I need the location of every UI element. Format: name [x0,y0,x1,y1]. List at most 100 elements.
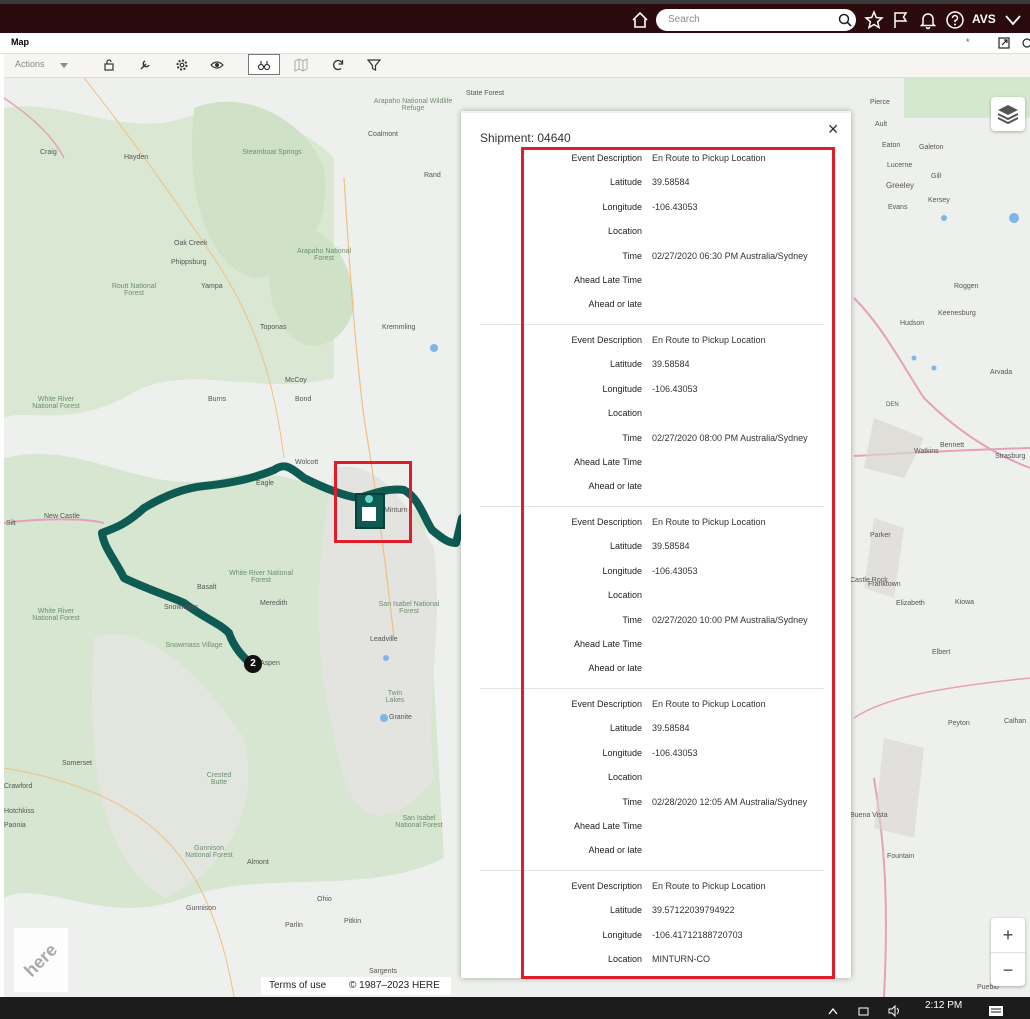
map-label: Kersey [928,197,950,204]
wrench-icon[interactable] [138,58,152,72]
map-label: Somerset [62,760,92,767]
binoculars-icon [257,61,271,71]
map-label: Arapaho National Wildlife Refuge [373,98,453,112]
terms-of-use-link[interactable]: Terms of use [269,980,326,991]
map-label: Craig [40,149,57,156]
close-icon[interactable]: ✕ [827,121,839,138]
map-label: Parlin [285,922,303,929]
copyright-text: © 1987–2023 HERE [349,980,440,991]
map-label: Meredith [260,600,288,607]
map-label: Oak Creek [174,240,208,247]
refresh-icon[interactable] [331,58,345,72]
gear-icon[interactable] [175,58,189,72]
map-label: San Isabel National Forest [378,601,440,615]
view-toggle-selected[interactable] [248,54,280,75]
zoom-in-button[interactable]: + [991,918,1025,952]
tray-chevron-up-icon[interactable] [828,1007,838,1015]
pin-icon[interactable]: * [966,37,970,47]
actions-menu-label[interactable]: Actions [15,59,45,69]
map-label: Elbert [932,649,951,656]
map-label: Lucerne [887,162,913,169]
cluster-marker[interactable]: 2 [244,655,262,673]
map-label: Calhan [1004,718,1027,725]
map-label: Evans [888,204,908,211]
map-label: Eaton [882,142,901,149]
map-toolbar: Actions [4,54,1030,78]
settings-icon[interactable] [1022,38,1030,48]
map-label: Greeley [886,181,915,190]
map-icon[interactable] [294,58,308,72]
search-icon[interactable] [838,13,852,27]
map-label: Kiowa [955,599,975,606]
map-label: Ault [875,121,888,128]
map-footer: Terms of use © 1987–2023 HERE [261,977,451,995]
map-label: Watkins [914,448,939,455]
maximize-icon[interactable] [998,37,1010,49]
map-label: Basalt [197,584,217,591]
flag-icon[interactable] [891,10,911,30]
records-highlight-box [521,147,835,979]
map-label: Gunnison National Forest [185,845,233,859]
map-label: Twin Lakes [385,690,405,704]
home-icon[interactable] [630,10,650,30]
map-label: Pierce [870,99,890,106]
map-label: Rand [424,172,441,179]
map-label: Silt [6,520,16,527]
map-label: Sargents [369,968,398,975]
eye-icon[interactable] [210,58,224,72]
marker-highlight-box [334,461,412,543]
map-label: Gunnison [186,905,216,912]
chevron-down-icon[interactable] [1003,10,1023,30]
map-label: Phippsburg [171,259,207,266]
map-label: Wolcott [295,459,319,466]
map-label: Granite [389,714,412,721]
shipment-title: Shipment: 04640 [480,131,571,145]
panel-header-band [461,111,851,113]
map-label: San Isabel National Forest [395,815,443,829]
window-title-bar: Map * [0,33,1030,54]
help-icon[interactable] [945,10,965,30]
zoom-out-button[interactable]: − [991,952,1025,987]
volume-icon[interactable] [888,1005,902,1017]
map-label: Snowmass Village [165,642,223,649]
map-label: White River National Forest [32,608,80,622]
actions-dropdown-icon[interactable] [60,63,68,69]
lock-icon[interactable] [102,58,116,72]
map-label: Yampa [201,283,223,290]
here-logo-text: here [20,939,62,981]
notifications-bell-icon[interactable] [918,10,938,30]
map-label: State Forest [466,90,505,97]
map-label: Steamboat Springs [242,149,302,156]
map-label: Arapaho National Forest [296,248,352,262]
map-label: Hudson [900,320,925,327]
layers-button[interactable] [991,97,1025,131]
map-label: White River National Forest [32,396,80,410]
zoom-controls: + − [991,918,1025,986]
map-label: Peyton [948,720,970,727]
search-placeholder: Search [668,14,700,25]
user-initials[interactable]: AVS [972,12,996,26]
map-label: Paonia [4,822,26,829]
map-label: Franktown [868,581,901,588]
map-label: Fountain [887,853,915,860]
map-label: Hotchkiss [4,808,35,815]
os-taskbar: 2:12 PM [0,997,1030,1019]
map-label: Strasburg [995,453,1026,460]
map-label: Gill [931,173,942,180]
map-label: Buena Vista [850,812,888,819]
search-input[interactable]: Search [656,9,856,31]
map-label: White River National Forest [229,570,293,584]
map-label: Parker [870,532,891,539]
taskbar-clock: 2:12 PM [925,1000,963,1011]
network-icon[interactable] [858,1005,872,1017]
favorites-star-icon[interactable] [864,10,884,30]
notification-center-icon[interactable] [988,1005,1004,1017]
map-label: Bennett [940,442,965,449]
window-title: Map [11,37,29,47]
filter-icon[interactable] [367,58,381,72]
map-label: Crawford [4,783,33,790]
map-label: Pitkin [344,918,362,925]
map-label: Hayden [124,154,149,161]
map-label: DEN [886,402,899,408]
map-label: Keenesburg [938,310,976,317]
